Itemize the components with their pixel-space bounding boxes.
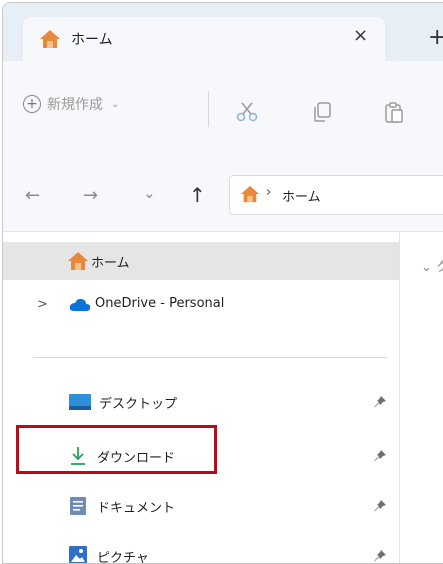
nav-item-label: ドキュメント bbox=[97, 501, 176, 516]
group-label: ク bbox=[436, 260, 443, 275]
home-icon bbox=[241, 185, 259, 203]
add-icon: + bbox=[23, 95, 41, 113]
tab-home[interactable]: ホーム × bbox=[23, 17, 385, 61]
forward-button[interactable]: → bbox=[83, 187, 98, 205]
back-button[interactable]: ← bbox=[25, 187, 40, 205]
nav-item-label: OneDrive - Personal bbox=[95, 296, 225, 311]
new-button-label: 新規作成 bbox=[47, 97, 103, 113]
desktop-icon bbox=[69, 394, 91, 410]
nav-item-label: デスクトップ bbox=[99, 397, 178, 412]
highlight-box bbox=[16, 425, 217, 474]
home-icon bbox=[68, 252, 88, 270]
nav-item-onedrive[interactable]: > OneDrive - Personal bbox=[3, 286, 399, 324]
recent-locations-button[interactable]: ⌄ bbox=[143, 186, 156, 201]
address-row: ← → ⌄ ↑ › ホーム bbox=[3, 153, 443, 232]
nav-item-documents[interactable]: ドキュメント bbox=[3, 487, 399, 525]
pin-icon[interactable] bbox=[373, 499, 387, 513]
copy-icon[interactable] bbox=[311, 101, 333, 123]
nav-item-label: ピクチャ bbox=[97, 551, 149, 564]
documents-icon bbox=[70, 497, 86, 515]
cut-icon[interactable] bbox=[236, 101, 258, 123]
new-button[interactable]: + 新規作成 ⌄ bbox=[23, 91, 119, 117]
tab-title: ホーム bbox=[71, 32, 113, 48]
command-bar: + 新規作成 ⌄ bbox=[3, 61, 443, 154]
onedrive-cloud-icon bbox=[69, 298, 91, 311]
chevron-down-icon: ⌄ bbox=[421, 260, 432, 275]
new-tab-button[interactable]: + bbox=[428, 25, 443, 50]
navigation-pane: ホーム > OneDrive - Personal デスクトップ ダウンロード … bbox=[3, 232, 400, 564]
home-icon bbox=[40, 30, 60, 48]
content-group-header[interactable]: ⌄ ク bbox=[421, 256, 443, 275]
nav-item-label: ホーム bbox=[91, 256, 130, 271]
pictures-icon bbox=[69, 546, 87, 563]
pin-icon[interactable] bbox=[373, 449, 387, 463]
title-bar: ホーム × + bbox=[3, 3, 443, 61]
chevron-down-icon: ⌄ bbox=[111, 98, 120, 110]
close-tab-button[interactable]: × bbox=[353, 25, 368, 46]
nav-item-home[interactable]: ホーム bbox=[3, 242, 399, 280]
breadcrumb-home[interactable]: ホーム bbox=[282, 186, 321, 205]
nav-divider bbox=[33, 357, 387, 358]
pin-icon[interactable] bbox=[373, 395, 387, 409]
up-button[interactable]: ↑ bbox=[189, 185, 206, 205]
address-bar[interactable]: › ホーム bbox=[229, 175, 443, 215]
breadcrumb-separator: › bbox=[266, 185, 272, 200]
paste-icon[interactable] bbox=[383, 101, 405, 123]
pin-icon[interactable] bbox=[373, 549, 387, 563]
nav-item-desktop[interactable]: デスクトップ bbox=[3, 383, 399, 421]
expand-chevron-icon[interactable]: > bbox=[37, 297, 48, 312]
nav-item-pictures[interactable]: ピクチャ bbox=[3, 537, 399, 564]
file-explorer-window: ホーム × + + 新規作成 ⌄ ← → ⌄ bbox=[2, 2, 443, 564]
toolbar-divider bbox=[208, 91, 209, 127]
